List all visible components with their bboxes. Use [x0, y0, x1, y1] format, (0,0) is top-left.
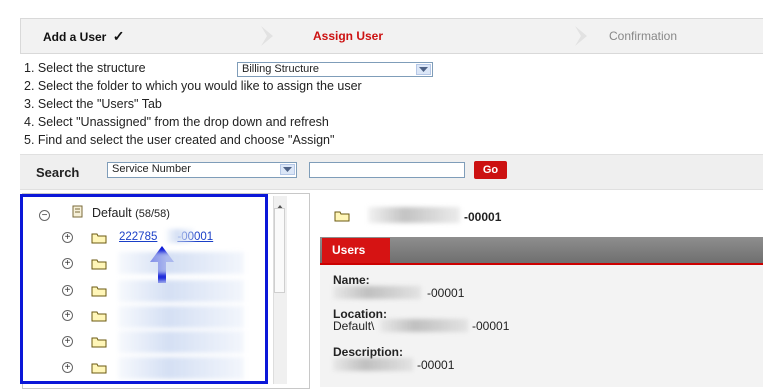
redacted-text: [380, 319, 468, 332]
redacted-text: [333, 286, 421, 299]
chevron-down-icon[interactable]: [280, 164, 295, 175]
structure-select-value: Billing Structure: [242, 63, 320, 75]
folder-icon: [334, 209, 350, 222]
redacted-text: [368, 207, 460, 223]
highlight-box: [20, 194, 268, 384]
chevron-right-icon: [573, 24, 593, 48]
check-icon: ✓: [112, 28, 125, 44]
step-confirmation: Confirmation: [609, 19, 677, 53]
instruction-1: 1. Select the structure: [24, 61, 146, 75]
step-assign-user: Assign User: [313, 19, 383, 53]
wizard-steps: Add a User ✓ Assign User Confirmation: [20, 18, 763, 54]
instruction-4: 4. Select "Unassigned" from the drop dow…: [24, 115, 329, 129]
step-add-user-label: Add a User: [43, 30, 107, 44]
description-value: -00001: [417, 358, 455, 372]
selected-folder-name: -00001: [464, 210, 502, 224]
step-assign-user-label: Assign User: [313, 29, 384, 43]
chevron-right-icon: [259, 24, 279, 48]
redacted-text: [333, 358, 413, 371]
instruction-5: 5. Find and select the user created and …: [24, 133, 335, 147]
chevron-down-icon[interactable]: [416, 64, 431, 75]
search-field-select-value: Service Number: [112, 163, 191, 175]
search-label: Search: [36, 165, 80, 180]
step-add-user: Add a User ✓: [43, 19, 124, 53]
search-input[interactable]: [309, 162, 465, 178]
location-prefix: Default\: [333, 319, 375, 333]
name-value: -00001: [427, 286, 465, 300]
structure-select[interactable]: Billing Structure: [237, 62, 433, 77]
tab-users[interactable]: Users: [322, 238, 390, 263]
instruction-3: 3. Select the "Users" Tab: [24, 97, 162, 111]
instruction-2: 2. Select the folder to which you would …: [24, 79, 362, 93]
location-value: -00001: [472, 319, 510, 333]
name-label: Name:: [333, 273, 370, 287]
scrollbar-thumb[interactable]: [274, 208, 285, 293]
description-label: Description:: [333, 345, 404, 359]
go-button[interactable]: Go: [474, 161, 507, 179]
step-confirmation-label: Confirmation: [609, 29, 678, 43]
search-field-select[interactable]: Service Number: [107, 162, 297, 178]
